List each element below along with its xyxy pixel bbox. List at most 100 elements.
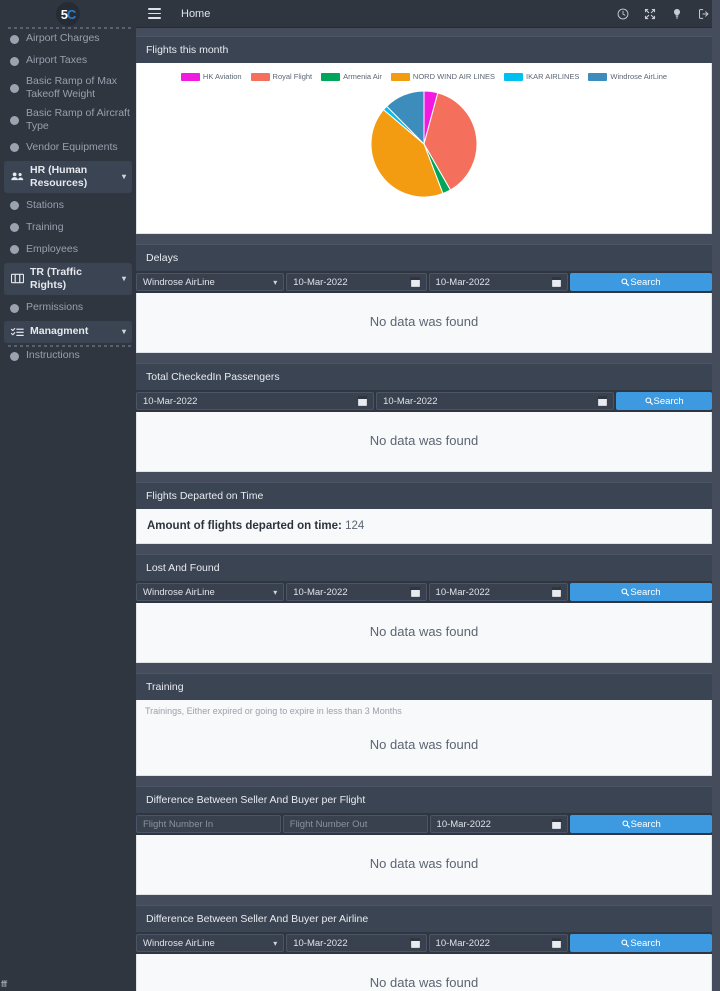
sidebar-item-basic-ramp-of-aircraft-type[interactable]: Basic Ramp of Aircraft Type [0,104,136,136]
summary-value: 124 [345,520,365,532]
chevron-down-icon: ▾ [121,273,126,283]
card-title: Total CheckedIn Passengers [136,363,712,390]
date-value: 10-Mar-2022 [435,937,490,949]
legend-item[interactable]: NORD WIND AIR LINES [390,72,495,81]
page-scrollbar[interactable] [712,0,720,991]
card-total-checkedin-passengers: Total CheckedIn Passengers 10-Mar-2022 10-… [136,363,712,472]
topbar-actions [617,8,710,20]
search-button-label: Search [630,937,661,949]
sidebar-item-label: Basic Ramp of Aircraft Type [26,107,130,133]
lightbulb-icon[interactable] [671,8,683,20]
sidebar-item-employees[interactable]: Employees [0,239,136,261]
search-button[interactable]: Search [569,273,712,291]
calendar-icon[interactable] [551,938,562,948]
date-value: 10-Mar-2022 [436,818,491,830]
pie-chart [137,90,711,198]
legend-item[interactable]: HK Aviation [180,72,242,81]
card-delays: Delays Windrose AirLine ▾ 10-Mar-2022 10-Mar… [136,244,712,353]
calendar-icon[interactable] [410,277,420,287]
book-icon [11,273,24,284]
sidebar-item-training[interactable]: Training [0,217,136,239]
flight-number-out-input[interactable]: Flight Number Out [282,815,428,833]
legend-swatch [250,72,270,81]
search-button[interactable]: Search [569,934,712,952]
users-icon [11,171,24,182]
date-to-input[interactable]: 10-Mar-2022 [428,583,568,601]
date-value: 10-Mar-2022 [293,937,348,949]
clock-icon[interactable] [617,8,629,20]
sidebar-item-basic-ramp-of-max-takeoff-weight[interactable]: Basic Ramp of Max Takeoff Weight [0,72,136,104]
legend-swatch [180,72,200,81]
dashboard-app: 5C Airport Charges Airport Taxes Basic Ram… [0,0,720,991]
sidebar-item-label: Employees [26,243,78,256]
date-input[interactable]: 10-Mar-2022 [429,815,569,833]
chevron-down-icon: ▾ [273,587,278,597]
date-from-input[interactable]: 10-Mar-2022 [286,273,427,291]
card-difference-seller-buyer-per-airline: Difference Between Seller And Buyer per … [136,905,712,991]
logout-icon[interactable] [698,8,710,20]
date-from-input[interactable]: 10-Mar-2022 [286,583,427,601]
legend-label: Royal Flight [272,72,313,81]
airline-select[interactable]: Windrose AirLine ▾ [136,583,285,601]
date-to-input[interactable]: 10-Mar-2022 [376,392,615,410]
date-from-input[interactable]: 10-Mar-2022 [136,392,375,410]
sidebar-item-label: TR (Traffic Rights) [30,265,82,291]
sidebar-item-managment[interactable]: Managment ▾ [4,321,132,343]
calendar-icon[interactable] [552,819,562,829]
select-value: Windrose AirLine [143,586,215,598]
no-data-message: No data was found [369,737,479,752]
dashboard-content: Flights this month HK Aviation Royal Fligh… [136,28,720,991]
sidebar-item-label: Permissions [26,301,84,314]
legend-item[interactable]: Armenia Air [321,72,382,81]
date-value: 10-Mar-2022 [293,586,348,598]
calendar-icon[interactable] [410,938,420,948]
search-button[interactable]: Search [570,815,712,833]
legend-swatch [504,72,524,81]
date-from-input[interactable]: 10-Mar-2022 [286,934,427,952]
card-training: Training Trainings, Either expired or goi… [136,673,712,776]
legend-item[interactable]: Royal Flight [250,72,313,81]
fullscreen-icon[interactable] [644,8,656,20]
sidebar-item-stations[interactable]: Stations [0,195,136,217]
logo[interactable]: 5C [0,0,136,28]
legend-item[interactable]: Windrose AirLine [588,72,667,81]
chevron-down-icon: ▾ [273,277,278,287]
sidebar-item-airport-taxes[interactable]: Airport Taxes [0,50,136,72]
sidebar-item-instructions[interactable]: Instructions [0,345,136,367]
search-icon [621,278,630,286]
search-button[interactable]: Search [569,583,712,601]
card-body: No data was found [136,603,712,663]
input-placeholder: Flight Number Out [289,818,368,830]
search-button-label: Search [630,586,661,598]
date-to-input[interactable]: 10-Mar-2022 [428,273,568,291]
legend-item[interactable]: IKAR AIRLINES [504,72,579,81]
airline-select[interactable]: Windrose AirLine ▾ [136,934,285,952]
filter-bar: Flight Number In Flight Number Out 10-Mar-… [136,813,712,835]
bullet-icon [10,303,19,313]
calendar-icon[interactable] [551,277,562,287]
bullet-icon [10,83,19,93]
search-button[interactable]: Search [616,392,712,410]
bullet-icon [10,201,19,211]
date-value: 10-Mar-2022 [293,276,348,288]
sidebar-item-tr-traffic-rights[interactable]: TR (Traffic Rights) ▾ [4,262,132,295]
date-value: 10-Mar-2022 [143,395,198,407]
date-to-input[interactable]: 10-Mar-2022 [428,934,568,952]
search-icon [622,820,630,828]
sidebar-item-airport-charges[interactable]: Airport Charges [0,28,136,50]
search-icon [621,939,630,947]
bullet-icon [10,143,19,152]
sidebar-item-permissions[interactable]: Permissions [0,297,136,319]
sidebar-item-vendor-equipments[interactable]: Vendor Equipments [0,137,136,159]
calendar-icon[interactable] [357,396,368,406]
sidebar-item-hr-human-resources[interactable]: HR (Human Resources) ▾ [4,160,132,193]
card-difference-seller-buyer-per-flight: Difference Between Seller And Buyer per … [136,786,712,895]
calendar-icon[interactable] [551,587,562,597]
calendar-icon[interactable] [410,587,420,597]
airline-select[interactable]: Windrose AirLine ▾ [136,273,285,291]
flight-number-in-input[interactable]: Flight Number In [136,815,281,833]
sidebar-scroll-indicator-bottom [8,345,132,347]
calendar-icon[interactable] [598,396,608,406]
hamburger-icon[interactable] [148,8,161,19]
bullet-icon [10,245,19,255]
